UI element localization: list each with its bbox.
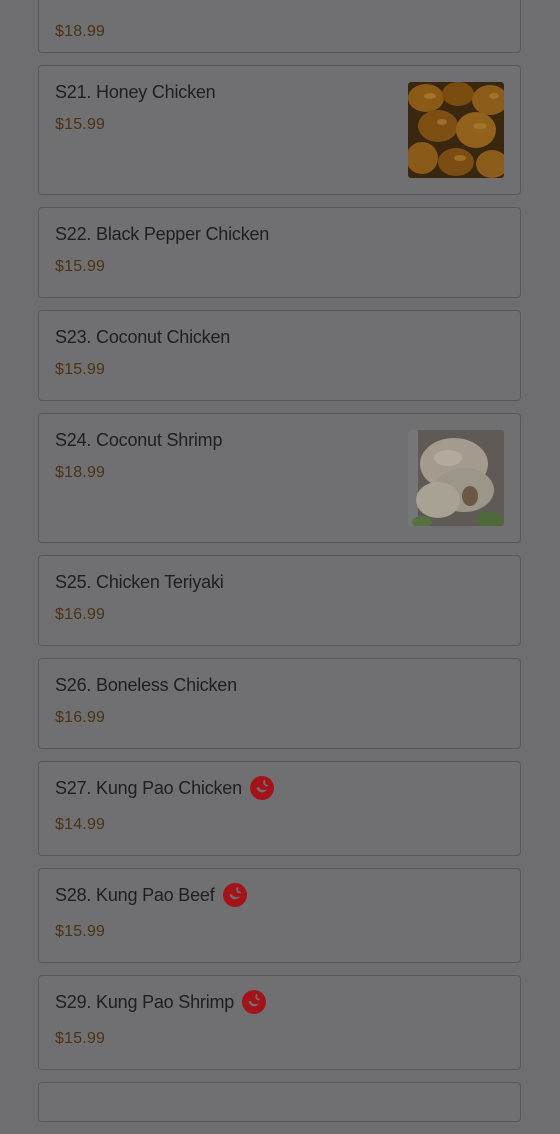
menu-item-title-row: S25. Chicken Teriyaki	[55, 572, 504, 592]
spicy-icon	[249, 776, 274, 800]
menu-item-price: $15.99	[55, 361, 106, 378]
menu-item-list: $18.99 S21. Honey Chicken $15.99 S22. Bl…	[38, 0, 521, 1134]
menu-item-image[interactable]	[408, 430, 504, 526]
menu-item-price: $16.99	[55, 606, 106, 623]
menu-item-card[interactable]: S28. Kung Pao Beef $15.99	[38, 868, 521, 963]
menu-item-card[interactable]: S23. Coconut Chicken $15.99	[38, 310, 521, 401]
menu-item-title: S21. Honey Chicken	[55, 81, 216, 102]
menu-item-title: S26. Boneless Chicken	[55, 674, 237, 695]
menu-item-title-row: S28. Kung Pao Beef	[55, 883, 504, 907]
menu-item-title-row	[55, 0, 504, 13]
menu-item-card[interactable]: S22. Black Pepper Chicken $15.99	[38, 207, 521, 298]
menu-item-price: $15.99	[55, 923, 106, 940]
menu-item-title-row: S29. Kung Pao Shrimp	[55, 990, 504, 1014]
menu-item-card[interactable]: S27. Kung Pao Chicken $14.99	[38, 761, 521, 856]
menu-item-card[interactable]: S24. Coconut Shrimp $18.99	[38, 413, 521, 543]
menu-item-card[interactable]: S26. Boneless Chicken $16.99	[38, 658, 521, 749]
menu-item-title: S25. Chicken Teriyaki	[55, 571, 224, 592]
menu-item-price: $18.99	[55, 23, 106, 40]
menu-item-title: S29. Kung Pao Shrimp	[55, 991, 235, 1012]
menu-item-card[interactable]: S29. Kung Pao Shrimp $15.99	[38, 975, 521, 1070]
menu-item-card[interactable]	[38, 1082, 521, 1122]
coconut-shrimp-image	[408, 430, 504, 526]
menu-item-title-row: S27. Kung Pao Chicken	[55, 776, 504, 800]
menu-item-card[interactable]: S21. Honey Chicken $15.99	[38, 65, 521, 195]
menu-item-title: S24. Coconut Shrimp	[55, 429, 223, 450]
menu-item-card[interactable]: S25. Chicken Teriyaki $16.99	[38, 555, 521, 646]
menu-item-price: $16.99	[55, 709, 106, 726]
menu-item-price: $15.99	[55, 258, 106, 275]
menu-item-title-row: S23. Coconut Chicken	[55, 327, 504, 347]
menu-item-image[interactable]	[408, 82, 504, 178]
spicy-icon	[222, 883, 247, 907]
menu-item-title: S27. Kung Pao Chicken	[55, 777, 242, 798]
menu-item-title: S23. Coconut Chicken	[55, 326, 231, 347]
honey-chicken-image	[408, 82, 504, 178]
menu-item-price: $15.99	[55, 1030, 106, 1047]
menu-item-title-row: S26. Boneless Chicken	[55, 675, 504, 695]
menu-item-title: S28. Kung Pao Beef	[55, 884, 215, 905]
spicy-icon	[242, 990, 267, 1014]
menu-item-price: $14.99	[55, 816, 106, 833]
menu-item-title-row: S22. Black Pepper Chicken	[55, 224, 504, 244]
menu-item-title: S22. Black Pepper Chicken	[55, 223, 270, 244]
menu-item-card[interactable]: $18.99	[38, 0, 521, 53]
